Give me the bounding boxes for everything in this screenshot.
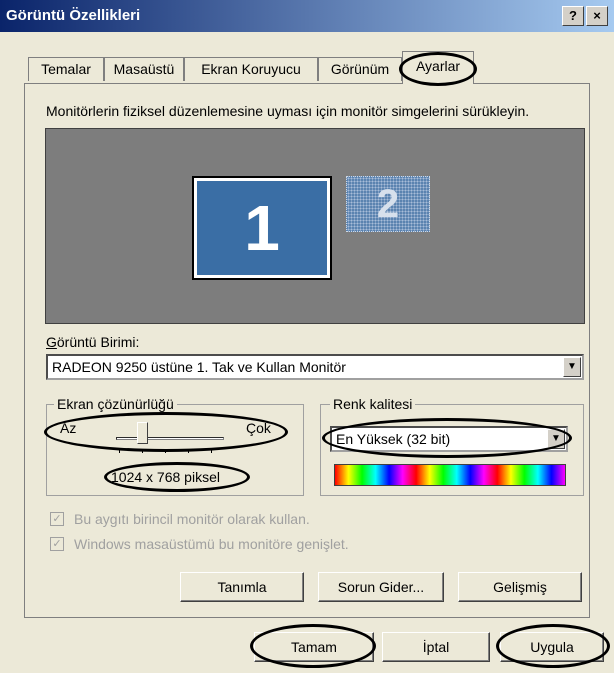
help-button[interactable]: ? xyxy=(562,6,584,26)
slider-tick xyxy=(188,449,189,453)
tab-masaustu[interactable]: Masaüstü xyxy=(104,57,184,81)
close-button[interactable]: × xyxy=(586,6,608,26)
advanced-button[interactable]: Gelişmiş xyxy=(458,572,582,602)
window-title: Görüntü Özellikleri xyxy=(6,7,141,24)
tab-temalar[interactable]: Temalar xyxy=(28,57,104,81)
display-label: Görüntü Birimi: xyxy=(46,334,140,350)
resolution-slider-track[interactable] xyxy=(116,437,224,440)
chevron-down-icon[interactable]: ▼ xyxy=(547,429,565,449)
display-label-rest: örüntü Birimi: xyxy=(56,334,140,350)
instruction-text: Monitörlerin fiziksel düzenlemesine uyma… xyxy=(46,103,530,119)
tab-ayarlar[interactable]: Ayarlar xyxy=(402,51,474,84)
checkbox-primary-label: Bu aygıtı birincil monitör olarak kullan… xyxy=(74,511,310,527)
color-quality-title: Renk kalitesi xyxy=(330,396,416,412)
cancel-button[interactable]: İptal xyxy=(382,632,490,662)
tab-gorunum[interactable]: Görünüm xyxy=(318,57,402,81)
display-properties-window: Görüntü Özellikleri ? × Temalar Masaüstü… xyxy=(0,0,614,673)
display-select[interactable]: RADEON 9250 üstüne 1. Tak ve Kullan Moni… xyxy=(46,354,584,380)
monitor-1-icon[interactable]: 1 xyxy=(192,176,332,280)
ok-button[interactable]: Tamam xyxy=(254,632,374,662)
tab-ekran-koruyucu[interactable]: Ekran Koruyucu xyxy=(184,57,318,81)
checkbox-row-primary[interactable]: ✓ Bu aygıtı birincil monitör olarak kull… xyxy=(50,511,350,530)
identify-button[interactable]: Tanımla xyxy=(180,572,304,602)
display-select-value: RADEON 9250 üstüne 1. Tak ve Kullan Moni… xyxy=(52,359,346,375)
color-quality-value: En Yüksek (32 bit) xyxy=(336,431,451,447)
checkbox-primary[interactable]: ✓ xyxy=(50,512,64,526)
slider-tick xyxy=(142,449,143,453)
chevron-down-icon[interactable]: ▼ xyxy=(563,357,581,377)
slider-tick xyxy=(119,449,120,453)
checkbox-row-extend[interactable]: ✓ Windows masaüstümü bu monitöre genişle… xyxy=(50,536,390,555)
checkbox-extend-label: Windows masaüstümü bu monitöre genişlet. xyxy=(74,536,349,552)
monitor-2-icon[interactable]: 2 xyxy=(346,176,430,232)
resolution-value: 1024 x 768 piksel xyxy=(111,469,220,485)
troubleshoot-button[interactable]: Sorun Gider... xyxy=(318,572,444,602)
title-bar[interactable]: Görüntü Özellikleri ? × xyxy=(0,0,614,32)
color-quality-select[interactable]: En Yüksek (32 bit) ▼ xyxy=(330,426,568,452)
resolution-min-label: Az xyxy=(60,420,77,436)
resolution-slider-thumb[interactable] xyxy=(137,422,148,444)
resolution-title: Ekran çözünürlüğü xyxy=(54,396,177,412)
slider-tick xyxy=(165,449,166,453)
color-spectrum-bar xyxy=(334,464,566,486)
checkbox-extend[interactable]: ✓ xyxy=(50,537,64,551)
resolution-max-label: Çok xyxy=(246,420,271,436)
apply-button[interactable]: Uygula xyxy=(500,632,604,662)
slider-tick xyxy=(211,449,212,453)
